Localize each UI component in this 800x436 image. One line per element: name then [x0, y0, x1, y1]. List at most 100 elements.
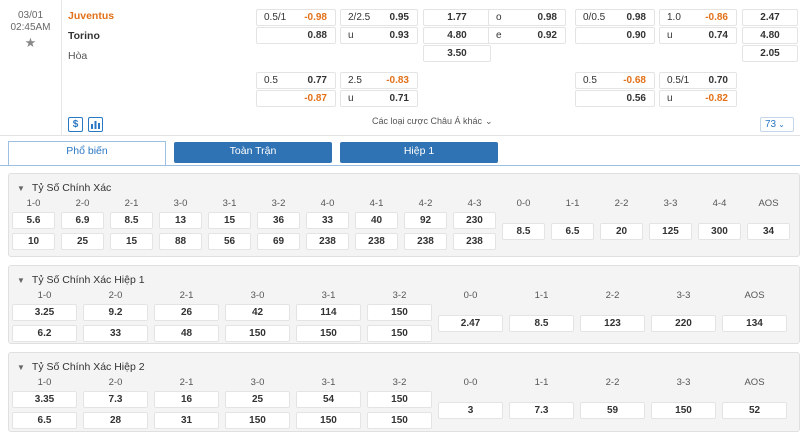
score-odds-cell[interactable]: 25 — [61, 233, 104, 250]
odds-cell[interactable]: 0.56 — [575, 90, 655, 107]
score-odds-cell[interactable]: 150 — [296, 412, 361, 429]
chart-icon[interactable] — [88, 117, 103, 132]
score-odds-cell[interactable]: 134 — [722, 314, 787, 332]
score-odds-cell[interactable]: 114 — [296, 304, 361, 321]
score-odds-cell[interactable]: 15 — [110, 233, 153, 250]
score-odds-cell[interactable]: 238 — [306, 233, 349, 250]
more-markets-count-button[interactable]: 73 ⌄ — [760, 117, 794, 132]
score-column: AOS 52 — [719, 353, 790, 433]
score-odds-cell[interactable]: 13 — [159, 212, 202, 229]
score-odds-cell[interactable]: 15 — [208, 212, 251, 229]
score-odds-cell[interactable]: 40 — [355, 212, 398, 229]
tab-0[interactable]: Phổ biến — [8, 141, 166, 166]
score-odds-cell[interactable]: 300 — [698, 222, 741, 240]
away-team[interactable]: Torino — [68, 30, 238, 50]
score-odds-cell[interactable]: 31 — [154, 412, 219, 429]
score-odds-cell[interactable]: 26 — [154, 304, 219, 321]
score-odds-cell[interactable]: 3.25 — [12, 304, 77, 321]
tab-2[interactable]: Hiệp 1 — [340, 142, 498, 163]
score-odds-cell[interactable]: 150 — [651, 401, 716, 419]
odds-cell[interactable]: u 0.74 — [659, 27, 737, 44]
score-odds-cell[interactable]: 36 — [257, 212, 300, 229]
odds-cell[interactable]: u 0.71 — [340, 90, 418, 107]
score-odds-cell[interactable]: 238 — [355, 233, 398, 250]
score-odds-cell[interactable]: 150 — [225, 412, 290, 429]
score-odds-cell[interactable]: 150 — [367, 391, 432, 408]
odds-cell[interactable]: 0.5/1 0.70 — [659, 72, 737, 89]
odds-cell[interactable]: 4.80 — [742, 27, 798, 44]
score-odds-cell[interactable]: 2.47 — [438, 314, 503, 332]
odds-cell[interactable]: 0.5 0.77 — [256, 72, 336, 89]
more-asian-bets-link[interactable]: Các loại cược Châu Á khác ⌄ — [372, 116, 493, 127]
score-odds-cell[interactable]: 220 — [651, 314, 716, 332]
score-odds-cell[interactable]: 56 — [208, 233, 251, 250]
odds-cell[interactable]: 0.5/1 -0.98 — [256, 9, 336, 26]
odds-cell[interactable]: 2/2.5 0.95 — [340, 9, 418, 26]
score-odds-cell[interactable]: 69 — [257, 233, 300, 250]
score-odds-cell[interactable]: 125 — [649, 222, 692, 240]
score-odds-cell[interactable]: 123 — [580, 314, 645, 332]
score-odds-cell[interactable]: 20 — [600, 222, 643, 240]
score-odds-cell[interactable]: 6.9 — [61, 212, 104, 229]
odds-cell[interactable]: o 0.98 — [488, 9, 566, 26]
score-odds-cell[interactable]: 88 — [159, 233, 202, 250]
score-odds-cell[interactable]: 9.2 — [83, 304, 148, 321]
odds-value: 0.95 — [389, 12, 409, 23]
odds-cell[interactable]: 1.77 — [423, 9, 491, 26]
score-odds-cell[interactable]: 92 — [404, 212, 447, 229]
score-odds-cell[interactable]: 6.2 — [12, 325, 77, 342]
odds-cell[interactable]: 0.5 -0.68 — [575, 72, 655, 89]
score-odds-cell[interactable]: 150 — [296, 325, 361, 342]
score-column: 2-1 8.5 15 — [107, 174, 156, 258]
score-label: 3-2 — [392, 377, 407, 388]
odds-cell[interactable]: -0.87 — [256, 90, 336, 107]
score-odds-cell[interactable]: 150 — [225, 325, 290, 342]
odds-cell[interactable]: u 0.93 — [340, 27, 418, 44]
score-odds-cell[interactable]: 3.35 — [12, 391, 77, 408]
score-odds-cell[interactable]: 34 — [747, 222, 790, 240]
odds-cell[interactable]: 4.80 — [423, 27, 491, 44]
odds-cell[interactable]: 2.05 — [742, 45, 798, 62]
score-odds-cell[interactable]: 7.3 — [83, 391, 148, 408]
score-odds-cell[interactable]: 52 — [722, 401, 787, 419]
score-odds-cell[interactable]: 230 — [453, 212, 496, 229]
handicap-value: 0/0.5 — [583, 12, 606, 23]
odds-cell[interactable]: e 0.92 — [488, 27, 566, 44]
score-odds-cell[interactable]: 33 — [306, 212, 349, 229]
score-odds-cell[interactable]: 5.6 — [12, 212, 55, 229]
score-odds-cell[interactable]: 150 — [367, 304, 432, 321]
score-odds-cell[interactable]: 8.5 — [509, 314, 574, 332]
score-odds-cell[interactable]: 150 — [367, 412, 432, 429]
odds-cell[interactable]: 0.88 — [256, 27, 336, 44]
score-odds-cell[interactable]: 238 — [453, 233, 496, 250]
odds-cell[interactable]: u -0.82 — [659, 90, 737, 107]
score-odds-cell[interactable]: 8.5 — [110, 212, 153, 229]
odds-cell[interactable]: 2.47 — [742, 9, 798, 26]
score-odds-cell[interactable]: 238 — [404, 233, 447, 250]
favorite-star-icon[interactable]: ★ — [0, 35, 61, 51]
odds-cell[interactable]: 0.90 — [575, 27, 655, 44]
score-odds-cell[interactable]: 6.5 — [12, 412, 77, 429]
score-odds-cell[interactable]: 33 — [83, 325, 148, 342]
odds-cell[interactable]: 1.0 -0.86 — [659, 9, 737, 26]
score-odds-cell[interactable]: 7.3 — [509, 401, 574, 419]
score-odds-cell[interactable]: 25 — [225, 391, 290, 408]
odds-cell[interactable]: 0/0.5 0.98 — [575, 9, 655, 26]
score-odds-cell[interactable]: 150 — [367, 325, 432, 342]
score-odds-cell[interactable]: 54 — [296, 391, 361, 408]
score-odds-cell[interactable]: 28 — [83, 412, 148, 429]
home-team[interactable]: Juventus — [68, 10, 238, 30]
tab-1[interactable]: Toàn Trận — [174, 142, 332, 163]
score-odds-cell[interactable]: 3 — [438, 401, 503, 419]
odds-cell[interactable]: 3.50 — [423, 45, 491, 62]
score-odds-cell[interactable]: 8.5 — [502, 222, 545, 240]
money-icon[interactable]: $ — [68, 117, 83, 132]
score-odds-cell[interactable]: 42 — [225, 304, 290, 321]
score-odds-cell[interactable]: 16 — [154, 391, 219, 408]
score-odds-cell[interactable]: 48 — [154, 325, 219, 342]
odds-cell[interactable]: 2.5 -0.83 — [340, 72, 418, 89]
score-odds-cell[interactable]: 6.5 — [551, 222, 594, 240]
score-column: 2-2 123 — [577, 266, 648, 345]
score-odds-cell[interactable]: 59 — [580, 401, 645, 419]
score-odds-cell[interactable]: 10 — [12, 233, 55, 250]
